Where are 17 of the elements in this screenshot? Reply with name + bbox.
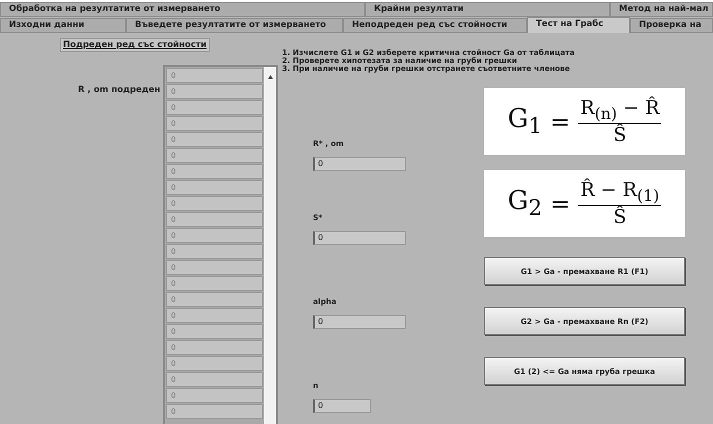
- tab[interactable]: Метод на най-мал: [610, 2, 713, 17]
- tab[interactable]: Тест на Грабс: [527, 17, 630, 33]
- formula: G$_{1}$ = R$_{(n)}$ − R̂ Ŝ: [484, 88, 685, 155]
- array-label: R , om подреден: [78, 85, 162, 95]
- input-field[interactable]: 0: [313, 231, 406, 245]
- section-label: Подреден ред със стойности: [60, 38, 210, 52]
- input-field[interactable]: 0: [313, 399, 371, 413]
- tab[interactable]: Неподреден ред със стойности: [343, 18, 527, 33]
- tab[interactable]: Крайни резултати: [365, 2, 610, 17]
- tab[interactable]: Въведете резултатите от измерването: [126, 18, 343, 33]
- scrollbar[interactable]: [264, 67, 276, 424]
- tab[interactable]: Проверка на: [630, 18, 713, 33]
- scroll-up-icon[interactable]: [268, 75, 272, 79]
- input-field[interactable]: 0: [313, 315, 406, 329]
- tab[interactable]: Изходни данни: [0, 18, 126, 33]
- input-field[interactable]: 0: [313, 157, 406, 171]
- tab[interactable]: Обработка на резултатите от измерването: [0, 2, 365, 17]
